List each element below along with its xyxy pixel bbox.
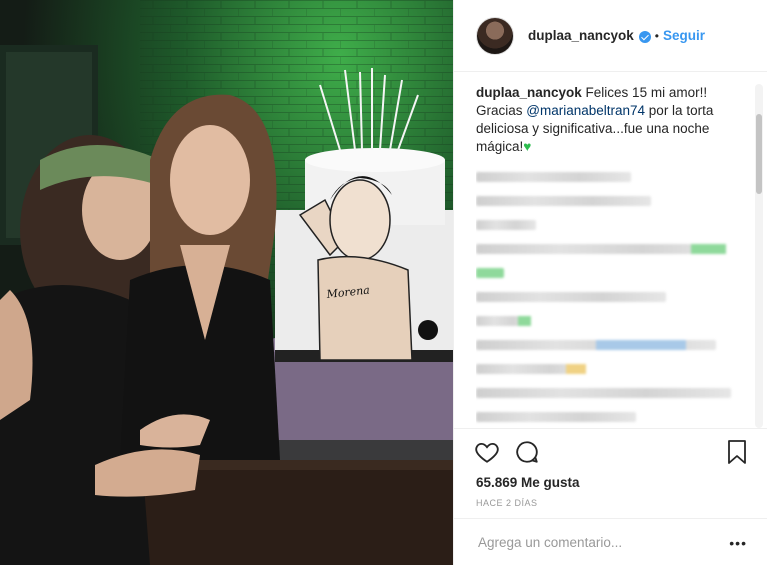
blurred-comment (476, 244, 726, 254)
comments-list[interactable]: duplaa_nancyok Felices 15 mi amor!! Grac… (476, 84, 746, 428)
verified-badge-icon (638, 30, 651, 43)
photo-image: Morena (0, 0, 453, 565)
blurred-comment (476, 412, 636, 422)
instagram-post: Morena duplaa_nancyok • Seguir duplaa_na… (0, 0, 767, 565)
username-link[interactable]: duplaa_nancyok (528, 28, 634, 43)
blurred-comment (476, 196, 651, 206)
post-caption: duplaa_nancyok Felices 15 mi amor!! Grac… (476, 84, 746, 156)
caption-username[interactable]: duplaa_nancyok (476, 85, 582, 100)
follow-button[interactable]: Seguir (663, 28, 705, 43)
comment-input[interactable] (476, 534, 720, 551)
blurred-comment (476, 292, 666, 302)
blurred-comment (476, 340, 716, 350)
blurred-comment (476, 388, 731, 398)
action-icons (454, 429, 767, 475)
avatar[interactable] (476, 16, 514, 55)
post-actions: 65.869 Me gusta HACE 2 DÍAS (454, 428, 767, 508)
blurred-comment (476, 172, 631, 182)
blurred-comment (476, 268, 504, 278)
post-photo[interactable]: Morena (0, 0, 453, 565)
blurred-comment (476, 220, 536, 230)
blurred-comment (476, 364, 586, 374)
heart-icon[interactable] (474, 439, 500, 465)
post-sidebar: duplaa_nancyok • Seguir duplaa_nancyok F… (453, 0, 767, 565)
post-header: duplaa_nancyok • Seguir (454, 0, 767, 72)
comment-icon[interactable] (514, 439, 540, 465)
post-timestamp[interactable]: HACE 2 DÍAS (454, 498, 767, 508)
add-comment-bar: ••• (454, 518, 767, 566)
blurred-comment (476, 316, 531, 326)
separator-dot: • (654, 28, 659, 43)
comments-scrollbar[interactable] (755, 84, 763, 428)
green-heart-emoji: ♥ (523, 139, 532, 154)
caption-mention-link[interactable]: @marianabeltran74 (526, 103, 645, 118)
scrollbar-thumb[interactable] (756, 114, 762, 194)
likes-count[interactable]: 65.869 Me gusta (454, 475, 767, 490)
bookmark-icon[interactable] (725, 439, 749, 465)
more-options-button[interactable]: ••• (729, 535, 747, 551)
